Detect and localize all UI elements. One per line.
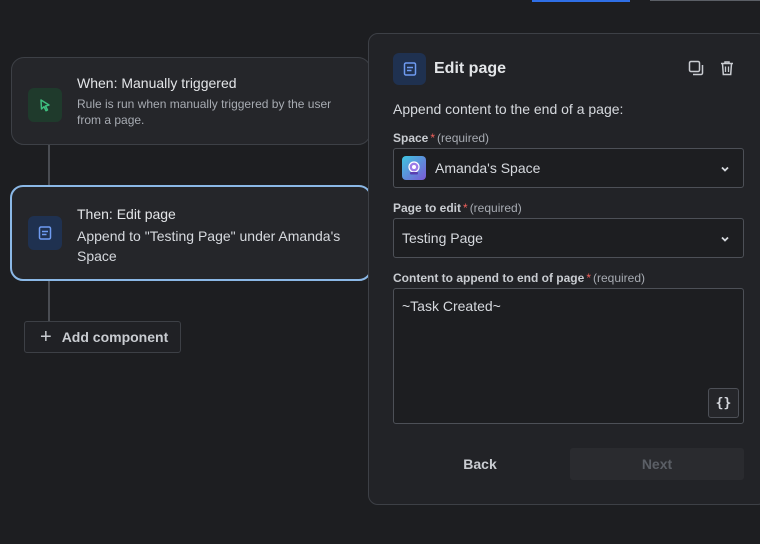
page-icon	[28, 216, 62, 250]
automation-canvas: When: Manually triggered Rule is run whe…	[0, 0, 760, 544]
page-select[interactable]: Testing Page	[393, 218, 744, 258]
chevron-down-icon	[719, 162, 731, 178]
page-label-text: Page to edit	[393, 201, 462, 215]
flow-connector	[48, 281, 50, 321]
space-avatar	[402, 156, 426, 180]
next-button[interactable]: Next	[570, 448, 744, 480]
chevron-down-icon	[719, 232, 731, 248]
add-component-label: Add component	[61, 329, 169, 345]
page-select-value: Testing Page	[402, 230, 483, 246]
action-description: Append to "Testing Page" under Amanda's …	[77, 228, 341, 264]
action-title: Then: Edit page	[77, 206, 176, 222]
content-field-label: Content to append to end of page * (requir…	[393, 271, 645, 285]
trigger-title: When: Manually triggered	[77, 75, 237, 91]
panel-title: Edit page	[434, 60, 507, 77]
cursor-click-icon	[28, 88, 62, 122]
required-mark: *	[586, 271, 591, 285]
smart-value-button[interactable]: {}	[708, 388, 739, 418]
required-mark: *	[463, 201, 468, 215]
space-label-text: Space	[393, 131, 429, 145]
content-label-text: Content to append to end of page	[393, 271, 585, 285]
top-tab-indicator	[532, 0, 630, 2]
trigger-card[interactable]: When: Manually triggered Rule is run whe…	[11, 57, 371, 145]
edit-page-panel: Edit page Append content to the end of a…	[368, 33, 760, 505]
content-textarea-value: ~Task Created~	[402, 298, 501, 314]
required-mark: *	[430, 131, 436, 145]
content-textarea[interactable]: ~Task Created~ {}	[393, 288, 744, 424]
action-card-body: Then: Edit page Append to "Testing Page"…	[77, 205, 356, 264]
top-divider	[650, 0, 760, 1]
plus-icon: +	[40, 326, 52, 348]
required-text: (required)	[437, 131, 490, 145]
panel-intro: Append content to the end of a page:	[393, 101, 624, 117]
page-icon	[393, 53, 426, 85]
flow-connector	[48, 145, 50, 185]
required-text: (required)	[469, 201, 522, 215]
required-text: (required)	[593, 271, 646, 285]
space-select[interactable]: Amanda's Space	[393, 148, 744, 188]
trigger-card-body: When: Manually triggered Rule is run whe…	[77, 74, 356, 128]
trash-icon[interactable]	[718, 59, 736, 77]
space-select-value: Amanda's Space	[435, 160, 541, 176]
duplicate-icon[interactable]	[687, 59, 705, 77]
space-field-label: Space * (required)	[393, 131, 489, 145]
back-button[interactable]: Back	[393, 448, 567, 480]
action-card[interactable]: Then: Edit page Append to "Testing Page"…	[10, 185, 372, 281]
add-component-button[interactable]: + Add component	[24, 321, 181, 353]
trigger-description: Rule is run when manually triggered by t…	[77, 97, 332, 127]
page-field-label: Page to edit * (required)	[393, 201, 522, 215]
